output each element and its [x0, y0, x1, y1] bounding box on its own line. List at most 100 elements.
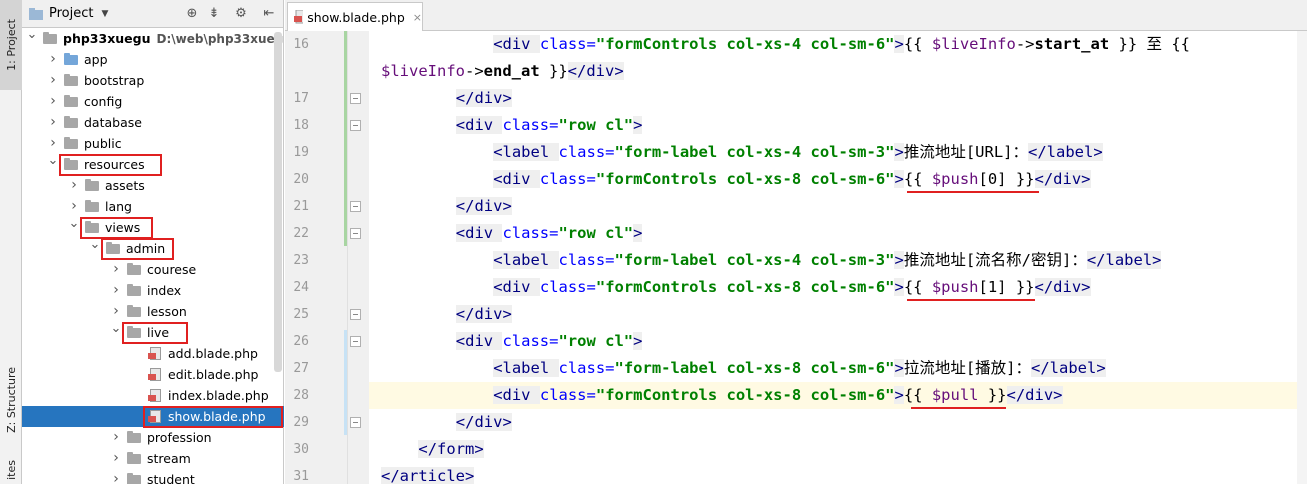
folder-node[interactable]: › lesson — [22, 301, 284, 322]
folder-node[interactable]: › database — [22, 112, 284, 133]
code-line[interactable]: <label class="form-label col-xs-8 col-sm… — [369, 355, 1307, 382]
code-token: "formControls col-xs-4 col-sm-6" — [595, 35, 895, 53]
folder-node[interactable]: › student — [22, 469, 284, 484]
line-number: 20 — [293, 172, 309, 187]
collapsed-arrow-icon[interactable]: › — [110, 259, 122, 280]
code-token: </article> — [381, 467, 475, 484]
hide-icon[interactable]: ⇤ — [262, 7, 276, 21]
code-line[interactable]: $liveInfo->end_at }}</div> — [369, 58, 1307, 85]
structure-tool-tab[interactable]: Z: Structure — [0, 360, 22, 440]
editor-scrollbar[interactable] — [1297, 31, 1307, 484]
node-label: php33xuegu — [63, 31, 151, 46]
favorites-tool-tab-label: ites — [4, 460, 18, 480]
code-area[interactable]: <div class="formControls col-xs-4 col-sm… — [369, 31, 1307, 484]
expanded-arrow-icon[interactable]: ⌄ — [110, 318, 122, 339]
collapsed-arrow-icon[interactable]: › — [110, 448, 122, 469]
blade-file-icon — [148, 347, 162, 361]
annotation-box — [122, 322, 188, 344]
code-line[interactable]: <div class="formControls col-xs-8 col-sm… — [369, 382, 1307, 409]
tree-scrollbar[interactable] — [274, 32, 282, 372]
collapsed-arrow-icon[interactable]: › — [47, 91, 59, 112]
file-node[interactable]: edit.blade.php — [22, 364, 284, 385]
close-icon[interactable]: × — [413, 11, 422, 24]
project-tree: ⌄ php33xuegu D:\web\php33xuegu › app › bootstr… — [22, 28, 284, 484]
project-tool-tab-label: 1: Project — [4, 19, 18, 71]
vcs-change-marker[interactable] — [344, 330, 347, 435]
line-number: 19 — [293, 145, 309, 160]
project-tool-tab[interactable]: 1: Project — [0, 0, 22, 90]
folder-icon — [127, 452, 141, 464]
code-line[interactable]: <div class="row cl"> — [369, 328, 1307, 355]
file-node[interactable]: add.blade.php — [22, 343, 284, 364]
code-line[interactable]: <label class="form-label col-xs-4 col-sm… — [369, 247, 1307, 274]
folder-icon — [64, 95, 78, 107]
code-token: class= — [539, 386, 596, 404]
folder-node[interactable]: › profession — [22, 427, 284, 448]
collapsed-arrow-icon[interactable]: › — [47, 70, 59, 91]
folder-node[interactable]: › index — [22, 280, 284, 301]
code-token: </label> — [1031, 359, 1106, 377]
project-title[interactable]: Project — [49, 6, 93, 21]
code-line[interactable]: <div class="row cl"> — [369, 112, 1307, 139]
code-line[interactable]: </div> — [369, 193, 1307, 220]
fold-toggle-icon[interactable] — [350, 309, 361, 320]
gear-icon[interactable]: ⚙ — [234, 7, 248, 21]
fold-toggle-icon[interactable] — [350, 93, 361, 104]
folder-node[interactable]: › lang — [22, 196, 284, 217]
code-line[interactable]: </div> — [369, 409, 1307, 436]
code-token: </label> — [1028, 143, 1103, 161]
code-token: "formControls col-xs-8 col-sm-6" — [595, 170, 895, 188]
code-line[interactable]: <div class="formControls col-xs-4 col-sm… — [369, 31, 1307, 58]
collapsed-arrow-icon[interactable]: › — [47, 49, 59, 70]
file-node[interactable]: index.blade.php — [22, 385, 284, 406]
line-number: 25 — [293, 307, 309, 322]
folder-node[interactable]: ⌄ php33xuegu D:\web\php33xuegu — [22, 28, 284, 49]
code-token: > — [633, 332, 643, 350]
annotation-underline — [907, 299, 1035, 301]
code-token: {{ — [903, 386, 932, 404]
code-line[interactable]: <div class="row cl"> — [369, 220, 1307, 247]
code-token: {{ — [903, 35, 932, 53]
code-token: class= — [539, 35, 596, 53]
fold-toggle-icon[interactable] — [350, 120, 361, 131]
collapsed-arrow-icon[interactable]: › — [110, 427, 122, 448]
collapse-icon[interactable]: ⇟ — [207, 7, 221, 21]
fold-toggle-icon[interactable] — [350, 201, 361, 212]
collapsed-arrow-icon[interactable]: › — [68, 175, 80, 196]
folder-node[interactable]: › config — [22, 91, 284, 112]
folder-node[interactable]: › public — [22, 133, 284, 154]
code-line[interactable]: </div> — [369, 85, 1307, 112]
code-line[interactable]: </div> — [369, 301, 1307, 328]
code-line[interactable]: </article> — [369, 463, 1307, 484]
collapsed-arrow-icon[interactable]: › — [47, 112, 59, 133]
folder-node[interactable]: ⌄ views — [22, 216, 284, 238]
vcs-change-marker[interactable] — [344, 31, 347, 246]
folder-node[interactable]: › app — [22, 49, 284, 70]
chevron-down-icon[interactable]: ▼ — [101, 9, 108, 19]
expanded-arrow-icon[interactable]: ⌄ — [89, 234, 101, 255]
folder-node[interactable]: › stream — [22, 448, 284, 469]
code-line[interactable]: <div class="formControls col-xs-8 col-sm… — [369, 274, 1307, 301]
collapsed-arrow-icon[interactable]: › — [110, 469, 122, 484]
code-line[interactable]: <label class="form-label col-xs-4 col-sm… — [369, 139, 1307, 166]
collapsed-arrow-icon[interactable]: › — [110, 280, 122, 301]
folder-node[interactable]: › assets — [22, 175, 284, 196]
tab-show-blade[interactable]: show.blade.php × — [287, 2, 423, 31]
fold-toggle-icon[interactable] — [350, 336, 361, 347]
code-line[interactable]: <div class="formControls col-xs-8 col-sm… — [369, 166, 1307, 193]
fold-toggle-icon[interactable] — [350, 228, 361, 239]
code-token: </div> — [455, 197, 512, 215]
code-line[interactable]: </form> — [369, 436, 1307, 463]
expanded-arrow-icon[interactable]: ⌄ — [26, 28, 38, 45]
fold-toggle-icon[interactable] — [350, 417, 361, 428]
code-token: </label> — [1086, 251, 1162, 269]
folder-node[interactable]: › courese — [22, 259, 284, 280]
code-token: class= — [539, 170, 596, 188]
code-token: 推流地址[URL]： — [903, 143, 1028, 161]
expanded-arrow-icon[interactable]: ⌄ — [68, 213, 80, 234]
expanded-arrow-icon[interactable]: ⌄ — [47, 150, 59, 171]
favorites-tool-tab[interactable]: ites — [0, 455, 22, 484]
line-number: 22 — [293, 226, 309, 241]
target-icon[interactable]: ⊕ — [185, 7, 199, 21]
folder-node[interactable]: › bootstrap — [22, 70, 284, 91]
